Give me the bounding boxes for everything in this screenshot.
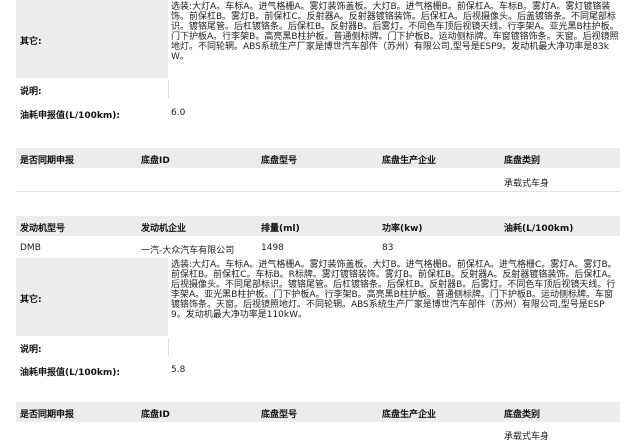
chassis-header-sync: 是否同期申报 <box>20 156 75 166</box>
other-row-1: 其它: 选装:大灯A。车标A。进气格栅A。雾灯装饰盖板。大灯B。进气格栅B。前保… <box>16 0 620 78</box>
chassis-header-maker: 底盘生产企业 <box>382 156 437 166</box>
engine-value-row: DMB 一汽-大众汽车有限公司 1498 83 <box>16 238 620 258</box>
note-row-1: 说明: <box>16 80 620 98</box>
engine-header-row: 发动机型号 发动机企业 排量(ml) 功率(kw) 油耗(L/100km) <box>16 216 620 236</box>
engine-model: DMB <box>20 243 41 253</box>
engine-maker: 一汽-大众汽车有限公司 <box>141 246 235 256</box>
engine-header-fuel: 油耗(L/100km) <box>504 224 574 234</box>
chassis-header-row-1: 是否同期申报 底盘ID 底盘型号 底盘生产企业 底盘类别 <box>16 148 620 168</box>
chassis-value-row-2: 承载式车身 <box>16 424 620 442</box>
chassis-type: 承载式车身 <box>504 432 550 442</box>
fuel-row-2: 油耗申报值(L/100km): 5.8 <box>16 361 620 379</box>
chassis-header-model: 底盘型号 <box>261 410 298 420</box>
fuel-row-1: 油耗申报值(L/100km): 6.0 <box>16 104 620 122</box>
chassis-header-id: 底盘ID <box>141 410 170 420</box>
note-row-2: 说明: <box>16 338 620 356</box>
fuel-label: 油耗申报值(L/100km): <box>20 368 120 378</box>
note-label: 说明: <box>20 87 42 97</box>
engine-header-model: 发动机型号 <box>20 224 66 234</box>
engine-displacement: 1498 <box>261 243 284 253</box>
fuel-value: 5.8 <box>171 365 186 375</box>
other-label: 其它: <box>20 37 42 47</box>
chassis-type: 承载式车身 <box>504 179 550 189</box>
chassis-header-row-2: 是否同期申报 底盘ID 底盘型号 底盘生产企业 底盘类别 <box>16 402 620 422</box>
engine-header-maker: 发动机企业 <box>141 224 187 234</box>
other-text: 选装:大灯A。车标A。进气格栅A。雾灯装饰盖板。大灯B。进气格栅B。前保杠A。车… <box>171 2 619 62</box>
other-text: 选装:大灯A。车标A。进气格栅A。雾灯装饰盖板。大灯B。进气格栅B。前保杠A。进… <box>171 260 617 320</box>
other-label: 其它: <box>20 295 42 305</box>
fuel-value: 6.0 <box>171 108 186 118</box>
fuel-label: 油耗申报值(L/100km): <box>20 111 120 121</box>
chassis-header-model: 底盘型号 <box>261 156 298 166</box>
other-row-2: 其它: 选装:大灯A。车标A。进气格栅A。雾灯装饰盖板。大灯B。进气格栅B。前保… <box>16 258 620 336</box>
chassis-header-type: 底盘类别 <box>504 410 541 420</box>
engine-header-power: 功率(kw) <box>382 224 423 234</box>
chassis-header-maker: 底盘生产企业 <box>382 410 437 420</box>
chassis-header-sync: 是否同期申报 <box>20 410 75 420</box>
chassis-value-row-1: 承载式车身 <box>16 170 620 192</box>
engine-power: 83 <box>382 243 394 253</box>
chassis-header-type: 底盘类别 <box>504 156 541 166</box>
engine-header-displacement: 排量(ml) <box>261 224 300 234</box>
note-label: 说明: <box>20 345 42 355</box>
chassis-header-id: 底盘ID <box>141 156 170 166</box>
